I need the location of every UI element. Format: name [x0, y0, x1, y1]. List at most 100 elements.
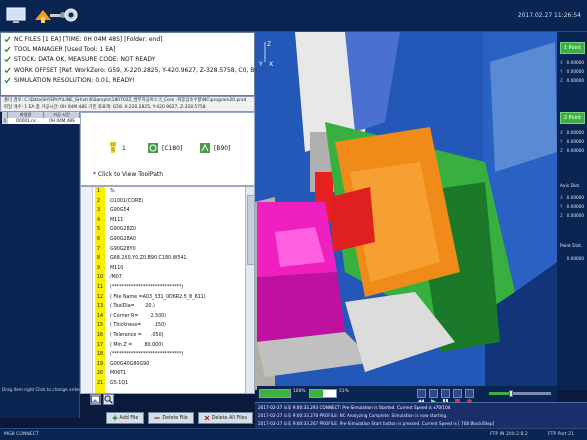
line-number: 21 — [97, 381, 104, 386]
point2-button[interactable]: 2 Point — [560, 112, 585, 124]
code-line[interactable]: % — [110, 189, 115, 194]
search-button[interactable] — [103, 394, 114, 405]
folder-path: 폴더 경로: C:\Data\SH\SPHY\LINE_SH\vtrill\Sa… — [4, 98, 247, 103]
simulation-row[interactable]: SIMULATION RESOLUTION: 0.01, READY! — [4, 76, 251, 86]
code-line[interactable]: /M07 — [110, 275, 122, 280]
check-icon — [4, 56, 11, 63]
line-number: 8 — [97, 256, 101, 262]
tool-item-c180[interactable]: [C180] — [147, 141, 182, 155]
code-line[interactable]: M111 — [110, 218, 123, 223]
stock-status: STOCK: DATA OK, MEASURE CODE: NOT READY — [14, 56, 156, 64]
file-time: 0H 04M 48S — [49, 118, 75, 123]
code-line[interactable]: ( Tolerance = .050) — [110, 333, 164, 338]
ftp-port: FTP Port 21 — [548, 432, 575, 437]
code-line[interactable]: G00G40G80G90 — [110, 362, 149, 367]
code-line[interactable]: M06T1 — [110, 371, 126, 376]
table-row[interactable]: 1 O0001.nc 0H 04M 48S — [2, 118, 80, 124]
nc-files-row[interactable]: NC FILES [1 EA] [TIME: 0H 04M 48S] [Fold… — [4, 34, 251, 44]
tool-manager-row[interactable]: TOOL MANAGER [Used Tool: 1 EA] — [4, 44, 251, 54]
axis-label-x: X — [560, 60, 563, 65]
progress-handle[interactable] — [508, 390, 513, 397]
tool-manager-status: TOOL MANAGER [Used Tool: 1 EA] — [14, 46, 116, 54]
line-number: 1 — [97, 189, 101, 194]
add-file-button[interactable]: Add File — [105, 412, 145, 424]
editor-scrollbar[interactable] — [245, 187, 254, 393]
minus-icon — [154, 417, 160, 419]
delete-file-button[interactable]: Delete File — [148, 412, 194, 424]
pause-button[interactable] — [441, 389, 450, 404]
code-line[interactable]: (*****************************) — [110, 285, 183, 290]
code-line[interactable]: O1001(CORE) — [110, 199, 143, 204]
code-line[interactable]: ( File Name =A03_331_0D6R2.5_8_611) — [110, 295, 206, 300]
simulation-viewport[interactable]: Z X Y — [255, 32, 557, 390]
code-line[interactable]: G90G28A0 — [110, 237, 136, 242]
code-line[interactable]: M110 — [110, 266, 123, 271]
line-number: 11 — [97, 285, 104, 290]
speed-2-value: 51% — [339, 389, 349, 394]
axis-label-y: Y — [560, 139, 563, 144]
close-icon — [204, 415, 210, 421]
code-line[interactable]: G5.1Q1 — [110, 381, 128, 386]
record-button[interactable] — [465, 389, 474, 404]
image-button[interactable] — [90, 394, 101, 405]
check-icon — [4, 67, 11, 74]
path-info-bar: 폴더 경로: C:\Data\SH\SPHY\LINE_SH\vtrill\Sa… — [0, 96, 255, 112]
work-offset-row[interactable]: WORK OFFSET [Ref. WorkZero: G59, X-220.2… — [4, 65, 261, 75]
top-toolbar: 2017.02.27 11:26:54 — [0, 0, 587, 32]
point2-z-value: 0.00000 — [566, 148, 584, 153]
delete-file-label: Delete File — [162, 415, 188, 421]
line-number: 17 — [97, 342, 104, 348]
axis-distance-label: Axis Dist. — [560, 184, 581, 189]
axis-dist-z-value: 0.00000 — [566, 213, 584, 218]
svg-text:Y: Y — [258, 61, 263, 68]
progress-slider[interactable] — [489, 390, 551, 397]
rewind-button[interactable] — [417, 389, 426, 404]
point1-x-value: 0.00000 — [566, 60, 584, 65]
settings-button[interactable] — [58, 4, 84, 26]
point-distance-label: Point Dist. — [560, 244, 583, 249]
playback-buttons — [417, 389, 474, 404]
speed-bar-2-fill — [310, 390, 324, 397]
axis-label-y: Y — [560, 204, 563, 209]
code-line[interactable]: G90G54 — [110, 208, 130, 213]
editor-gutter — [81, 187, 93, 393]
code-line[interactable]: G68.2X0.Y0.Z0.B90.C180.W541. — [110, 256, 188, 261]
code-line[interactable]: ( Corner R= 2.500) — [110, 314, 166, 319]
measurement-panel: 1 Point X 0.00000 Y 0.00000 Z 0.00000 2 … — [557, 32, 587, 390]
point1-z-value: 0.00000 — [566, 78, 584, 83]
line-number: 18 — [97, 352, 104, 358]
simulation-status: SIMULATION RESOLUTION: 0.01, READY! — [14, 77, 135, 85]
check-icon — [4, 36, 11, 42]
file-name: O0001.nc — [15, 118, 37, 123]
stock-row[interactable]: STOCK: DATA OK, MEASURE CODE: NOT READY — [4, 55, 251, 65]
svg-text:X: X — [269, 61, 273, 68]
nc-code-editor[interactable]: 1% 2 O1001(CORE) 3 G90G54 4 M111 5 G90G28Z0 6 G90G… — [80, 186, 255, 394]
log-entry: 2017-02-27 오후 9:00:33.267 PROFILE: Pre-S… — [258, 421, 495, 426]
play-button[interactable] — [429, 389, 438, 404]
code-line[interactable]: G90G28Y0 — [110, 247, 136, 252]
delete-all-label: Delete All Files — [211, 415, 247, 421]
delete-all-files-button[interactable]: Delete All Files — [197, 412, 253, 424]
nc-file-button[interactable] — [3, 4, 29, 26]
tool-item-b90[interactable]: [B90] — [199, 141, 230, 155]
code-line[interactable]: ( ToolDia= 20.) — [110, 304, 155, 309]
app-status-bar: MGB CONNECT FTP IN 200.2.8.2 FTP Port 21 — [0, 428, 587, 440]
app-window: 2017.02.27 11:26:54 NC FILES [1 EA] [TIM… — [0, 0, 587, 440]
speed-bar-1[interactable] — [259, 389, 291, 398]
ftp-address: FTP IN 200.2.8.2 — [490, 432, 528, 437]
axis-dist-x-value: 0.00000 — [566, 195, 584, 200]
tool-item-1[interactable]: 1 — [107, 141, 126, 155]
stop-button[interactable] — [453, 389, 462, 404]
scrollbar-thumb[interactable] — [247, 195, 254, 265]
code-line[interactable]: (*****************************) — [110, 352, 183, 357]
speed-bar-2[interactable] — [309, 389, 337, 398]
line-number: 7 — [97, 246, 101, 252]
view-toolpath-link[interactable]: * Click to View ToolPath — [93, 171, 163, 178]
line-number: 20 — [97, 371, 104, 377]
code-line[interactable]: ( Min Z = 80.000) — [110, 343, 163, 348]
code-line[interactable]: G90G28Z0 — [110, 227, 136, 232]
code-line[interactable]: ( Thickness= .150) — [110, 323, 166, 328]
simulation-controls: 100% 51% — [257, 386, 557, 404]
point1-button[interactable]: 1 Point — [560, 42, 585, 54]
line-number: 10 — [97, 275, 104, 281]
